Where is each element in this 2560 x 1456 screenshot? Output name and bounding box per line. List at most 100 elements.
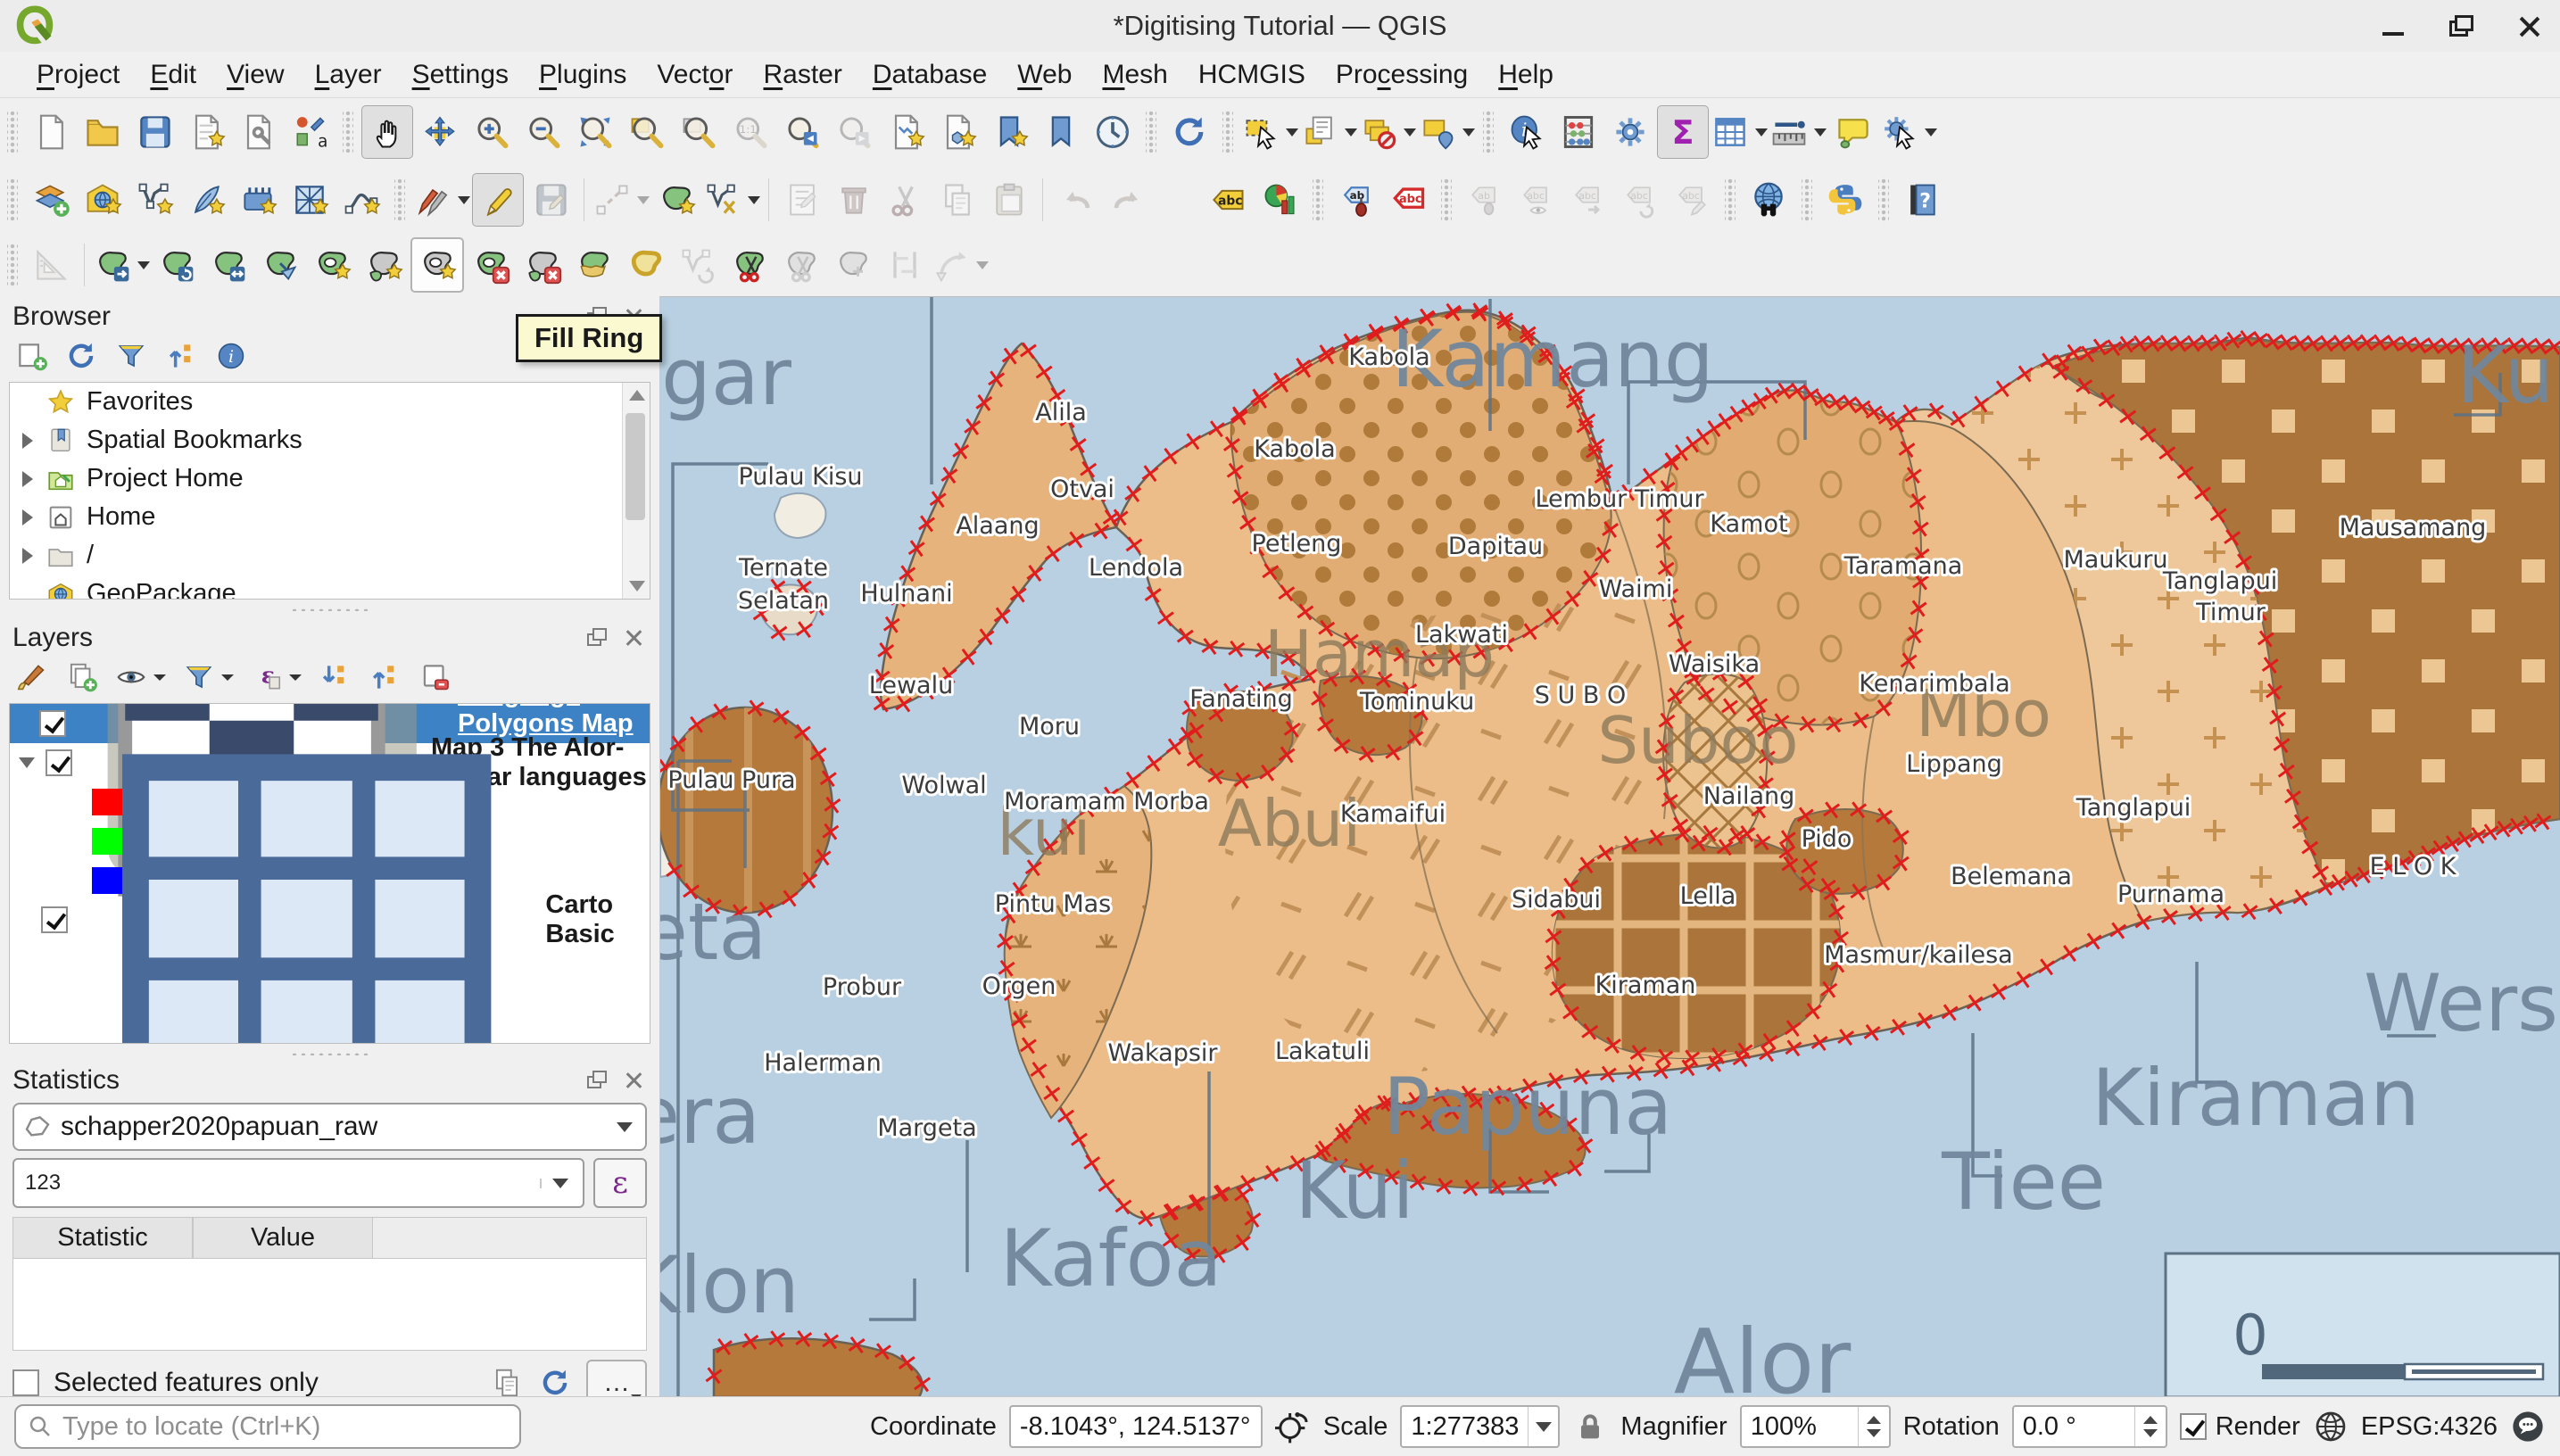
dropdown-caret-icon[interactable] [1404, 128, 1416, 136]
browser-item-spatial-bookmarks[interactable]: Spatial Bookmarks [10, 421, 650, 459]
menu-plugins[interactable]: Plugins [524, 56, 642, 94]
save-project-button[interactable] [129, 106, 179, 158]
new-temporary-scratch-layer-button[interactable] [181, 174, 231, 226]
help-contents-button[interactable]: ? [1897, 174, 1947, 226]
statistics-close-button[interactable] [622, 1068, 647, 1093]
layers-tool-remove-layer[interactable] [418, 660, 452, 694]
browser-tool-properties-widget[interactable]: i [214, 339, 248, 373]
browser-item-project-home[interactable]: Project Home [10, 459, 650, 498]
offset-point-symbols-button[interactable] [203, 239, 253, 291]
statistics-col-value[interactable]: Value [193, 1217, 373, 1259]
recalculate-statistics-button[interactable] [538, 1366, 572, 1400]
new-gpx-layer-button[interactable] [336, 174, 386, 226]
show-statistical-summary-button[interactable]: Σ [1657, 105, 1709, 159]
restore-button[interactable] [2448, 12, 2474, 39]
expression-builder-button[interactable]: ε [593, 1158, 647, 1208]
dock-splitter[interactable] [0, 603, 659, 616]
fill-ring-button[interactable] [410, 237, 464, 293]
magnifier-spinbox[interactable]: 100% [1740, 1405, 1891, 1448]
move-feature-button[interactable] [93, 239, 150, 291]
select-features-button[interactable] [1241, 106, 1298, 158]
new-project-button[interactable] [26, 106, 76, 158]
layers-close-button[interactable] [622, 625, 647, 650]
toolbar-grip[interactable] [394, 177, 405, 223]
toolbar-grip[interactable] [1725, 177, 1736, 223]
dropdown-caret-icon[interactable] [458, 196, 470, 204]
layers-tool-manage-map-themes[interactable] [114, 660, 166, 694]
highlight-pinned-labels-button[interactable]: abc [1383, 174, 1433, 226]
layers-tool-filter-by-expression[interactable]: ε [250, 660, 302, 694]
minimize-button[interactable] [2380, 12, 2407, 39]
layers-tool-open-layer-styling[interactable] [14, 660, 48, 694]
toolbar-grip[interactable] [1441, 177, 1452, 223]
lock-scale-icon[interactable] [1572, 1409, 1608, 1444]
dropdown-caret-icon[interactable] [976, 261, 989, 269]
dropdown-caret-icon[interactable] [137, 261, 150, 269]
messages-icon[interactable] [2510, 1409, 2546, 1444]
measure-line-button[interactable] [1769, 106, 1827, 158]
layers-float-button[interactable] [584, 625, 609, 650]
render-checkbox[interactable] [2180, 1413, 2207, 1440]
new-3d-map-view-button[interactable] [932, 106, 982, 158]
crs-value[interactable]: EPSG:4326 [2361, 1412, 2498, 1442]
browser-tool-collapse-all[interactable] [164, 339, 198, 373]
map-canvas[interactable]: 0 agarKamangKuWersKiramanTieePapunaKuiKa… [660, 296, 2560, 1397]
processing-toolbox-button[interactable] [1605, 106, 1655, 158]
browser-item--[interactable]: / [10, 536, 650, 575]
temporal-controller-button[interactable] [1088, 106, 1138, 158]
layer-diagram-options-button[interactable] [1255, 174, 1305, 226]
dropdown-caret-icon[interactable] [1345, 128, 1357, 136]
new-map-view-button[interactable] [881, 106, 931, 158]
add-polygon-feature-button[interactable] [651, 174, 701, 226]
toolbar-grip[interactable] [1878, 177, 1889, 223]
vertex-tool-button[interactable] [703, 174, 760, 226]
toolbar-grip[interactable] [7, 242, 18, 288]
statistics-field-combo[interactable]: 123 [12, 1158, 584, 1208]
zoom-last-button[interactable] [777, 106, 827, 158]
deselect-features-button[interactable] [1359, 106, 1416, 158]
dock-splitter-2[interactable] [0, 1047, 659, 1060]
menu-database[interactable]: Database [857, 56, 1002, 94]
pan-map-button[interactable] [361, 105, 413, 159]
browser-item-home[interactable]: Home [10, 498, 650, 536]
extent-toggle-icon[interactable] [1275, 1409, 1311, 1444]
new-geopackage-layer-button[interactable] [78, 174, 128, 226]
split-features-button[interactable] [725, 239, 775, 291]
identify-features-button[interactable]: i [1502, 106, 1552, 158]
menu-hcmgis[interactable]: HCMGIS [1183, 56, 1321, 94]
close-button[interactable] [2515, 12, 2542, 39]
menu-layer[interactable]: Layer [300, 56, 397, 94]
offset-curve-button[interactable] [621, 239, 671, 291]
layers-tool-expand-all[interactable] [318, 660, 352, 694]
run-feature-action-button[interactable] [1880, 106, 1937, 158]
zoom-out-button[interactable] [518, 106, 568, 158]
new-spatial-bookmark-button[interactable] [984, 106, 1034, 158]
rotation-spinbox[interactable]: 0.0 ° [2012, 1405, 2167, 1448]
statistics-col-statistic[interactable]: Statistic [12, 1217, 193, 1259]
browser-tool-filter-browser[interactable] [114, 339, 148, 373]
toolbar-grip[interactable] [7, 109, 18, 155]
dropdown-caret-icon[interactable] [1462, 128, 1475, 136]
copy-statistics-button[interactable] [490, 1366, 524, 1400]
zoom-in-button[interactable] [467, 106, 517, 158]
toolbar-grip[interactable] [1802, 177, 1812, 223]
dropdown-caret-icon[interactable] [1755, 128, 1768, 136]
data-source-manager-button[interactable] [26, 174, 76, 226]
crs-globe-icon[interactable] [2313, 1409, 2349, 1444]
layers-tool-collapse-all[interactable] [368, 660, 402, 694]
zoom-to-selection-button[interactable] [622, 106, 672, 158]
menu-mesh[interactable]: Mesh [1087, 56, 1182, 94]
coordinate-field[interactable]: -8.1043°, 124.5137° [1009, 1405, 1263, 1448]
scale-feature-button[interactable] [255, 239, 305, 291]
statistics-layer-combo[interactable]: schapper2020papuan_raw [12, 1103, 647, 1151]
select-by-location-button[interactable] [1418, 106, 1475, 158]
menu-help[interactable]: Help [1483, 56, 1569, 94]
zoom-full-extent-button[interactable] [570, 106, 620, 158]
open-project-button[interactable] [78, 106, 128, 158]
menu-raster[interactable]: Raster [748, 56, 857, 94]
pin-labels-button[interactable]: ab [1331, 174, 1381, 226]
map-tips-button[interactable] [1828, 106, 1878, 158]
browser-scrollbar[interactable] [622, 383, 650, 599]
layer-visibility-checkbox[interactable] [39, 710, 66, 737]
locate-input[interactable]: Type to locate (Ctrl+K) [14, 1404, 521, 1449]
